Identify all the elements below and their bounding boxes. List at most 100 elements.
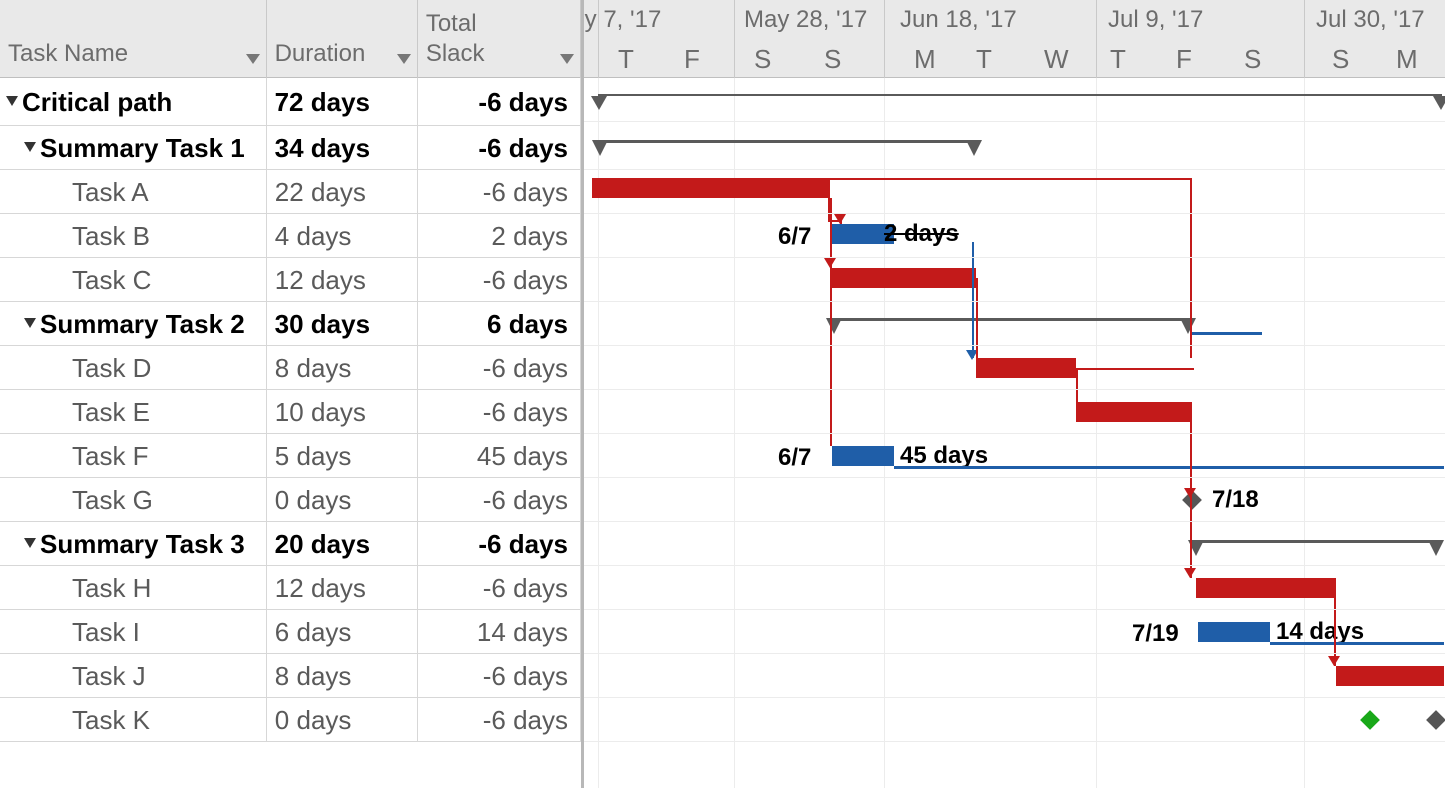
duration-label: 22 days bbox=[275, 179, 366, 205]
task-name-label: Summary Task 1 bbox=[40, 135, 245, 161]
duration-label: 8 days bbox=[275, 355, 352, 381]
slack-label: -6 days bbox=[478, 89, 568, 115]
duration-label: 30 days bbox=[275, 311, 370, 337]
cell-duration[interactable]: 20 days bbox=[267, 522, 418, 565]
table-row[interactable]: Task H12 days-6 days bbox=[0, 566, 581, 610]
table-row[interactable]: Summary Task 2 30 days 6 days bbox=[0, 302, 581, 346]
cell-slack[interactable]: -6 days bbox=[418, 126, 581, 169]
column-header-total-slack[interactable]: Total Slack bbox=[418, 0, 581, 78]
collapse-icon[interactable] bbox=[24, 538, 36, 550]
table-row[interactable]: Critical path 72 days -6 days bbox=[0, 78, 581, 126]
cell-duration[interactable]: 10 days bbox=[267, 390, 418, 433]
gantt-chart[interactable]: ıy 7, '17May 28, '17Jun 18, '17Jul 9, '1… bbox=[584, 0, 1445, 788]
cell-task-name[interactable]: Task D bbox=[0, 346, 267, 389]
chart-row-guide bbox=[584, 522, 1445, 566]
dropdown-icon[interactable] bbox=[246, 54, 260, 64]
collapse-icon[interactable] bbox=[6, 96, 18, 108]
slack-label: 6 days bbox=[487, 311, 568, 337]
task-name-label: Summary Task 2 bbox=[40, 311, 245, 337]
cell-duration[interactable]: 0 days bbox=[267, 478, 418, 521]
cell-duration[interactable]: 12 days bbox=[267, 566, 418, 609]
cell-slack[interactable]: -6 days bbox=[418, 698, 581, 741]
task-name-label: Task G bbox=[72, 487, 153, 513]
timescale-day-label: S bbox=[824, 44, 841, 75]
cell-task-name[interactable]: Task B bbox=[0, 214, 267, 257]
cell-slack[interactable]: 2 days bbox=[418, 214, 581, 257]
column-header-duration[interactable]: Duration bbox=[267, 0, 418, 78]
cell-task-name[interactable]: Task F bbox=[0, 434, 267, 477]
cell-task-name[interactable]: Task I bbox=[0, 610, 267, 653]
cell-slack[interactable]: -6 days bbox=[418, 478, 581, 521]
cell-duration[interactable]: 8 days bbox=[267, 346, 418, 389]
cell-duration[interactable]: 0 days bbox=[267, 698, 418, 741]
duration-label: 4 days bbox=[275, 223, 352, 249]
cell-duration[interactable]: 22 days bbox=[267, 170, 418, 213]
task-name-label: Summary Task 3 bbox=[40, 531, 245, 557]
chart-row-guide bbox=[584, 654, 1445, 698]
dropdown-icon[interactable] bbox=[560, 54, 574, 64]
timescale-date-label: Jun 18, '17 bbox=[900, 6, 1017, 34]
cell-duration[interactable]: 12 days bbox=[267, 258, 418, 301]
cell-slack[interactable]: -6 days bbox=[418, 170, 581, 213]
cell-duration[interactable]: 30 days bbox=[267, 302, 418, 345]
cell-duration[interactable]: 34 days bbox=[267, 126, 418, 169]
cell-task-name[interactable]: Task J bbox=[0, 654, 267, 697]
cell-duration[interactable]: 72 days bbox=[267, 78, 418, 125]
table-row[interactable]: Summary Task 3 20 days-6 days bbox=[0, 522, 581, 566]
timescale-day-label: F bbox=[1176, 44, 1192, 75]
cell-slack[interactable]: -6 days bbox=[418, 654, 581, 697]
table-row[interactable]: Task E10 days-6 days bbox=[0, 390, 581, 434]
cell-slack[interactable]: -6 days bbox=[418, 78, 581, 125]
table-row[interactable]: Task I6 days14 days bbox=[0, 610, 581, 654]
timescale-header: ıy 7, '17May 28, '17Jun 18, '17Jul 9, '1… bbox=[584, 0, 1445, 78]
table-row[interactable]: Task B 4 days 2 days bbox=[0, 214, 581, 258]
table-row[interactable]: Task J 8 days-6 days bbox=[0, 654, 581, 698]
table-row[interactable]: Task K 0 days -6 days bbox=[0, 698, 581, 742]
cell-task-name[interactable]: Task K bbox=[0, 698, 267, 741]
cell-task-name[interactable]: Task C bbox=[0, 258, 267, 301]
table-row[interactable]: Task D 8 days -6 days bbox=[0, 346, 581, 390]
duration-label: 72 days bbox=[275, 89, 370, 115]
cell-slack[interactable]: -6 days bbox=[418, 522, 581, 565]
cell-slack[interactable]: 45 days bbox=[418, 434, 581, 477]
cell-slack[interactable]: -6 days bbox=[418, 346, 581, 389]
cell-task-name[interactable]: Task H bbox=[0, 566, 267, 609]
cell-task-name[interactable]: Summary Task 2 bbox=[0, 302, 267, 345]
cell-slack[interactable]: -6 days bbox=[418, 566, 581, 609]
column-header-upper: Total bbox=[426, 0, 572, 40]
chart-row-guide bbox=[584, 346, 1445, 390]
cell-task-name[interactable]: Critical path bbox=[0, 78, 267, 125]
cell-duration[interactable]: 8 days bbox=[267, 654, 418, 697]
cell-task-name[interactable]: Summary Task 1 bbox=[0, 126, 267, 169]
column-header-task-name[interactable]: Task Name bbox=[0, 0, 267, 78]
grid-body: Critical path72 days-6 daysSummary Task … bbox=[0, 78, 581, 788]
task-name-label: Task K bbox=[72, 707, 150, 733]
collapse-icon[interactable] bbox=[24, 318, 36, 330]
collapse-icon[interactable] bbox=[24, 142, 36, 154]
chart-row-guide bbox=[584, 566, 1445, 610]
cell-task-name[interactable]: Task E bbox=[0, 390, 267, 433]
cell-task-name[interactable]: Task A bbox=[0, 170, 267, 213]
app-root: Task Name Duration Total Slack Critical … bbox=[0, 0, 1445, 788]
cell-slack[interactable]: 6 days bbox=[418, 302, 581, 345]
table-row[interactable]: Task F 5 days 45 days bbox=[0, 434, 581, 478]
table-row[interactable]: Task C12 days-6 days bbox=[0, 258, 581, 302]
cell-task-name[interactable]: Summary Task 3 bbox=[0, 522, 267, 565]
chart-row-guide bbox=[584, 214, 1445, 258]
slack-label: 2 days bbox=[491, 223, 568, 249]
table-row[interactable]: Task A 22 days -6 days bbox=[0, 170, 581, 214]
timescale-day-label: T bbox=[618, 44, 634, 75]
table-row[interactable]: Task G 0 days-6 days bbox=[0, 478, 581, 522]
cell-slack[interactable]: -6 days bbox=[418, 390, 581, 433]
cell-duration[interactable]: 4 days bbox=[267, 214, 418, 257]
task-name-label: Task J bbox=[72, 663, 146, 689]
table-row[interactable]: Summary Task 1 34 days-6 days bbox=[0, 126, 581, 170]
cell-task-name[interactable]: Task G bbox=[0, 478, 267, 521]
cell-slack[interactable]: -6 days bbox=[418, 258, 581, 301]
cell-slack[interactable]: 14 days bbox=[418, 610, 581, 653]
duration-label: 5 days bbox=[275, 443, 352, 469]
cell-duration[interactable]: 5 days bbox=[267, 434, 418, 477]
slack-label: -6 days bbox=[483, 707, 568, 733]
dropdown-icon[interactable] bbox=[397, 54, 411, 64]
cell-duration[interactable]: 6 days bbox=[267, 610, 418, 653]
